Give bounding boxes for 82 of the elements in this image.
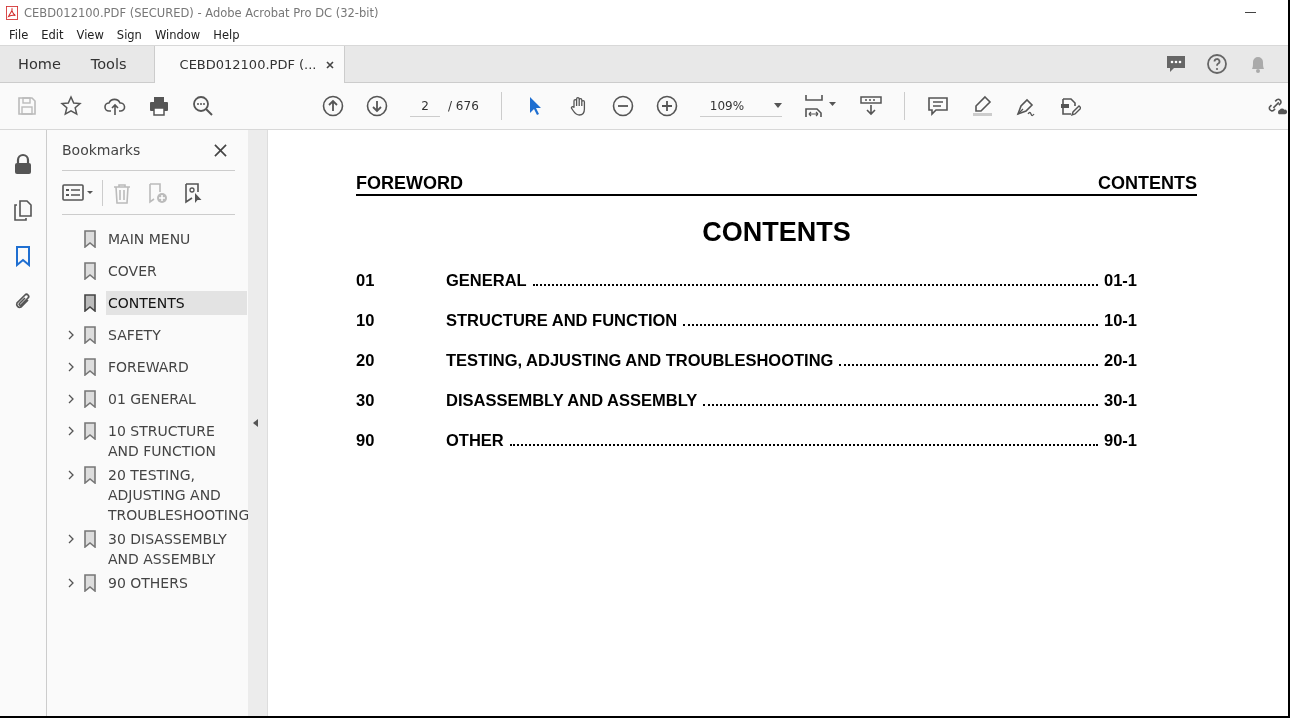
window-title: CEBD012100.PDF (SECURED) - Adobe Acrobat Pro DC (32-bit) — [24, 5, 379, 20]
arrow-up-icon[interactable] — [322, 95, 344, 117]
bookmark-icon — [84, 422, 96, 440]
chapter-number: 20 — [356, 351, 376, 370]
pdf-file-icon — [6, 5, 18, 20]
chevron-right-icon[interactable] — [68, 362, 74, 372]
bookmark-item[interactable]: FOREWARD — [106, 355, 247, 379]
chevron-right-icon[interactable] — [68, 330, 74, 340]
caret-icon — [773, 103, 782, 108]
page-header: CONTENTS — [1098, 173, 1197, 194]
scroll-mode-icon[interactable] — [859, 95, 882, 117]
chapter-title: TESTING, ADJUSTING AND TROUBLESHOOTING — [446, 351, 834, 370]
bookmark-item[interactable]: 30 DISASSEMBLY AND ASSEMBLY — [106, 527, 247, 571]
bookmark-icon — [84, 530, 96, 548]
bookmark-item[interactable]: 20 TESTING, ADJUSTING AND TROUBLESHOOTING — [106, 463, 247, 527]
chapter-number: 90 — [356, 431, 376, 450]
bookmark-item[interactable]: COVER — [106, 259, 247, 283]
tab[interactable]: CEBD012100.PDF (... — [153, 46, 346, 83]
edit-document-icon[interactable] — [1058, 95, 1081, 117]
menu-item[interactable]: Help — [213, 28, 240, 42]
bookmark-item[interactable]: SAFETY — [106, 323, 247, 347]
pages-icon[interactable] — [12, 199, 34, 221]
zoom-dropdown[interactable]: 109% — [699, 95, 782, 117]
chapter-title: OTHER — [446, 431, 504, 450]
chapter-number: 30 — [356, 391, 376, 410]
page-fit-icon[interactable] — [803, 93, 838, 119]
tab[interactable]: Home — [0, 46, 76, 82]
menu-item[interactable]: File — [9, 28, 29, 42]
bookmark-icon — [84, 574, 96, 592]
highlighter-icon[interactable] — [970, 95, 993, 117]
bookmark-icon — [84, 230, 96, 248]
lock-icon[interactable] — [12, 153, 34, 175]
comment-icon[interactable] — [926, 95, 949, 117]
bookmark-icon — [84, 294, 96, 312]
chapter-title: GENERAL — [446, 271, 527, 290]
menu-item[interactable]: View — [76, 28, 104, 42]
minimize-icon[interactable] — [1245, 11, 1256, 14]
close-icon[interactable] — [214, 143, 227, 157]
close-icon[interactable] — [326, 60, 335, 69]
zoom-in-icon[interactable] — [655, 95, 678, 117]
bookmark-icon — [84, 358, 96, 376]
zoom-out-icon[interactable] — [611, 95, 634, 117]
bookmark-icon — [84, 262, 96, 280]
arrow-down-icon[interactable] — [366, 95, 388, 117]
bookmark-icon — [84, 326, 96, 344]
bookmark-item[interactable]: MAIN MENU — [106, 227, 247, 251]
page-reference: 10-1 — [1103, 311, 1137, 330]
chevron-right-icon[interactable] — [68, 394, 74, 404]
help-icon[interactable] — [1206, 53, 1228, 75]
chevron-right-icon[interactable] — [68, 470, 74, 480]
chevron-right-icon[interactable] — [68, 534, 74, 544]
page-reference: 01-1 — [1103, 271, 1137, 290]
chevron-right-icon[interactable] — [68, 578, 74, 588]
bookmark-icon — [84, 390, 96, 408]
contents-heading: CONTENTS — [701, 216, 852, 248]
search-icon[interactable] — [192, 95, 214, 117]
page-reference: 30-1 — [1103, 391, 1137, 410]
star-icon[interactable] — [60, 95, 82, 117]
bookmark-item[interactable]: 10 STRUCTURE AND FUNCTION — [106, 419, 247, 463]
menu-item[interactable]: Sign — [116, 28, 142, 42]
chapter-title: DISASSEMBLY AND ASSEMBLY — [446, 391, 698, 410]
chevron-right-icon[interactable] — [68, 426, 74, 436]
comment-icon[interactable] — [1165, 53, 1187, 75]
options-menu-icon[interactable] — [62, 182, 94, 203]
tab[interactable]: Tools — [75, 46, 142, 82]
page-reference: 20-1 — [1103, 351, 1137, 370]
bookmark-item[interactable]: 90 OTHERS — [106, 571, 247, 595]
page-reference: 90-1 — [1103, 431, 1137, 450]
bookmark-item[interactable]: 01 GENERAL — [106, 387, 247, 411]
page-header: FOREWORD — [356, 173, 463, 194]
chapter-number: 01 — [356, 271, 376, 290]
page-number-field[interactable]: 2 — [410, 95, 440, 117]
collapse-arrow-icon[interactable] — [253, 419, 258, 427]
bookmark-item[interactable]: CONTENTS — [106, 291, 247, 315]
chapter-title: STRUCTURE AND FUNCTION — [446, 311, 678, 330]
print-icon[interactable] — [148, 95, 170, 117]
menu-item[interactable]: Edit — [41, 28, 64, 42]
menu-item[interactable]: Window — [154, 28, 201, 42]
bookmark-icon — [84, 466, 96, 484]
chapter-number: 10 — [356, 311, 376, 330]
page-total: / 676 — [448, 99, 479, 113]
panel-title: Bookmarks — [62, 142, 141, 158]
